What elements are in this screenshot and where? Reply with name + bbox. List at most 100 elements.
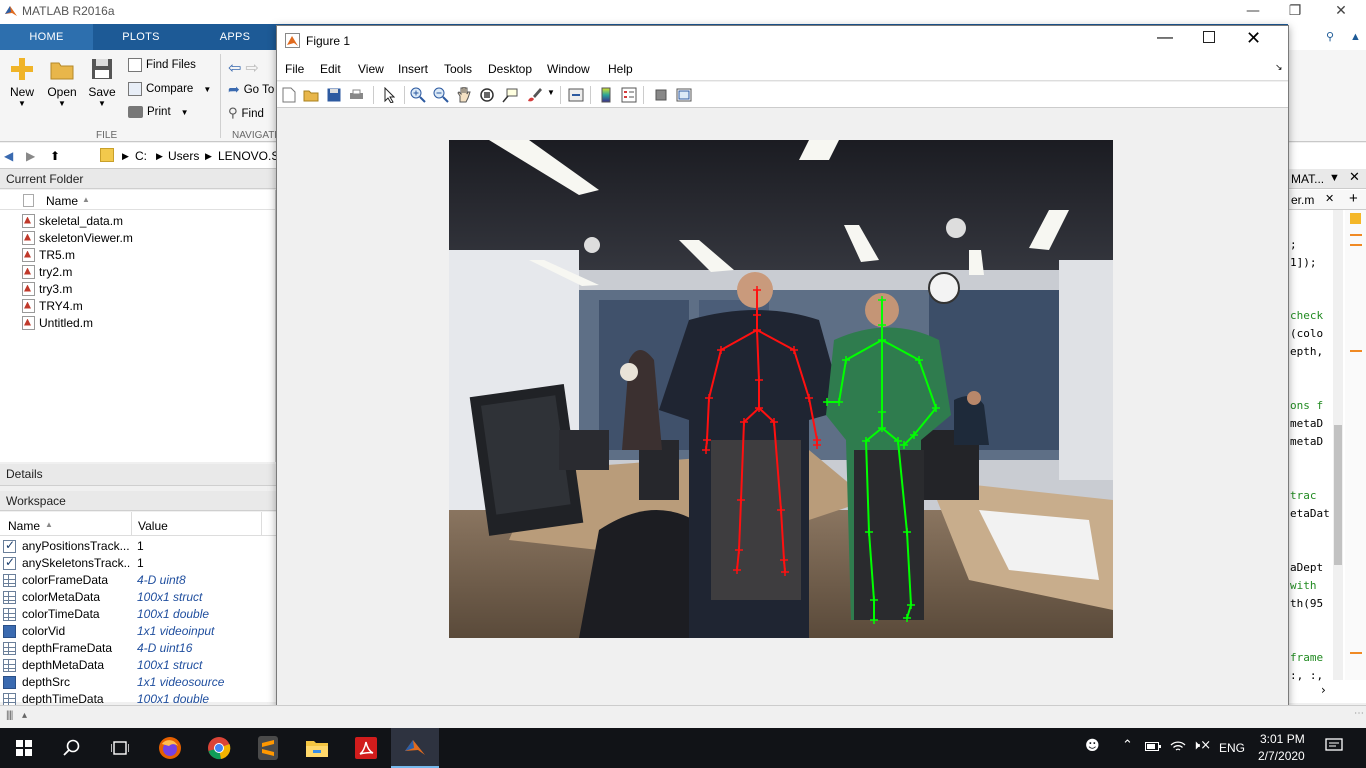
minimize-button[interactable]: — <box>1230 0 1276 24</box>
figure-maximize-button[interactable] <box>1203 31 1215 43</box>
maximize-button[interactable]: ❐ <box>1272 0 1318 24</box>
hide-plot-tools-icon[interactable] <box>652 86 670 104</box>
save-button[interactable]: Save ▼ <box>86 56 118 108</box>
details-header[interactable]: Details <box>0 464 276 486</box>
warning-marker[interactable] <box>1350 652 1362 654</box>
nav-back-forward[interactable]: ⇦ ⇨ <box>228 58 259 77</box>
figure-close-button[interactable]: ✕ <box>1246 28 1261 49</box>
battery-icon[interactable] <box>1145 740 1161 755</box>
figure-axes-image[interactable] <box>449 140 1113 638</box>
tab-plots[interactable]: PLOTS <box>96 24 186 50</box>
pan-hand-icon[interactable] <box>455 86 473 104</box>
warning-indicator[interactable] <box>1350 213 1361 224</box>
brush-dropdown-icon[interactable]: ▼ <box>547 88 555 97</box>
workspace-row[interactable]: anySkeletonsTrack... 1 <box>0 555 276 572</box>
sublime-text-icon[interactable] <box>244 728 292 768</box>
workspace-row[interactable]: depthSrc 1x1 videosource <box>0 674 276 691</box>
scrollbar-thumb[interactable] <box>1334 425 1342 565</box>
file-item[interactable]: TRY4.m <box>22 297 83 314</box>
close-tab-icon[interactable]: ✕ <box>1325 192 1334 205</box>
resize-grip-icon[interactable]: ⋯ <box>1354 708 1364 719</box>
back-icon[interactable]: ◀ <box>4 149 13 163</box>
dock-arrow-icon[interactable]: ↘ <box>1275 62 1283 73</box>
show-plot-tools-icon[interactable] <box>675 86 693 104</box>
firefox-icon[interactable] <box>146 728 194 768</box>
path-segment[interactable]: C: <box>135 149 147 163</box>
zoom-out-icon[interactable] <box>432 86 450 104</box>
task-view-icon[interactable] <box>96 728 144 768</box>
rotate-3d-icon[interactable] <box>478 86 496 104</box>
menu-edit[interactable]: Edit <box>320 62 341 76</box>
workspace-row[interactable]: colorFrameData 4-D uint8 <box>0 572 276 589</box>
editor-tab[interactable]: er.m <box>1291 193 1314 207</box>
close-panel-icon[interactable]: ✕ <box>1349 170 1360 185</box>
file-item[interactable]: skeletonViewer.m <box>22 229 133 246</box>
warning-marker[interactable] <box>1350 244 1362 246</box>
link-plot-icon[interactable] <box>567 86 585 104</box>
menu-tools[interactable]: Tools <box>444 62 472 76</box>
new-tab-icon[interactable]: + <box>1349 190 1358 207</box>
data-cursor-icon[interactable] <box>501 86 519 104</box>
warning-marker[interactable] <box>1350 350 1362 352</box>
file-item[interactable]: skeletal_data.m <box>22 212 123 229</box>
insert-colorbar-icon[interactable] <box>597 86 615 104</box>
panel-menu-icon[interactable]: ▼ <box>1329 172 1340 184</box>
find-files-button[interactable]: Find Files <box>128 58 196 72</box>
search-icon[interactable] <box>48 728 96 768</box>
matlab-taskbar-icon[interactable] <box>391 728 439 768</box>
print-figure-icon[interactable] <box>347 86 365 104</box>
file-explorer-icon[interactable] <box>293 728 341 768</box>
insert-legend-icon[interactable] <box>620 86 638 104</box>
workspace-column-header[interactable]: Name ▲ Value <box>0 512 276 536</box>
close-button[interactable]: ✕ <box>1318 0 1364 24</box>
new-figure-icon[interactable] <box>280 86 298 104</box>
workspace-row[interactable]: anyPositionsTrack... 1 <box>0 538 276 555</box>
workspace-row[interactable]: colorTimeData 100x1 double <box>0 606 276 623</box>
tab-home[interactable]: HOME <box>0 24 93 50</box>
menu-desktop[interactable]: Desktop <box>488 62 532 76</box>
people-icon[interactable]: ☻ <box>1085 738 1100 754</box>
menu-file[interactable]: File <box>285 62 304 76</box>
acrobat-reader-icon[interactable] <box>342 728 390 768</box>
forward-icon[interactable]: ▶ <box>26 149 35 163</box>
file-item[interactable]: try2.m <box>22 263 72 280</box>
menu-insert[interactable]: Insert <box>398 62 428 76</box>
file-item[interactable]: try3.m <box>22 280 72 297</box>
wifi-icon[interactable] <box>1170 739 1186 756</box>
workspace-row[interactable]: depthMetaData 100x1 struct <box>0 657 276 674</box>
notifications-icon[interactable] <box>1325 738 1343 757</box>
scroll-right-icon[interactable]: › <box>1321 683 1326 697</box>
file-item[interactable]: TR5.m <box>22 246 75 263</box>
find-button[interactable]: ⚲ Find <box>228 106 264 121</box>
warning-marker[interactable] <box>1350 234 1362 236</box>
column-divider[interactable] <box>261 512 262 536</box>
start-windows-icon[interactable] <box>0 728 48 768</box>
edit-plot-arrow-icon[interactable] <box>380 86 398 104</box>
volume-muted-icon[interactable]: 🕨× <box>1192 738 1211 753</box>
language-indicator[interactable]: ENG <box>1219 741 1245 755</box>
print-button[interactable]: Print ▼ <box>128 106 189 118</box>
open-button[interactable]: Open ▼ <box>46 56 78 108</box>
compare-button[interactable]: Compare ▼ <box>128 82 211 96</box>
new-button[interactable]: New ▼ <box>6 56 38 108</box>
folder-column-header[interactable]: Name ▲ <box>0 190 275 210</box>
menu-view[interactable]: View <box>358 62 384 76</box>
clock-date[interactable]: 2/7/2020 <box>1258 749 1305 763</box>
column-divider[interactable] <box>131 512 132 536</box>
file-item[interactable]: Untitled.m <box>22 314 93 331</box>
zoom-in-icon[interactable] <box>409 86 427 104</box>
up-folder-icon[interactable]: ⬆ <box>50 149 60 163</box>
workspace-row[interactable]: colorVid 1x1 videoinput <box>0 623 276 640</box>
workspace-row[interactable]: colorMetaData 100x1 struct <box>0 589 276 606</box>
path-segment[interactable]: Users <box>168 149 199 163</box>
menu-window[interactable]: Window <box>547 62 590 76</box>
search-documentation[interactable]: ⚲ ▲ <box>1288 24 1366 50</box>
go-to-button[interactable]: ➦ Go To <box>228 82 274 98</box>
figure-minimize-button[interactable]: — <box>1157 29 1173 47</box>
clock-time[interactable]: 3:01 PM <box>1260 732 1305 746</box>
show-hidden-icons-chevron-icon[interactable]: ⌃ <box>1122 738 1133 753</box>
save-figure-icon[interactable] <box>325 86 343 104</box>
brush-icon[interactable] <box>525 86 543 104</box>
open-file-icon[interactable] <box>302 86 320 104</box>
tab-apps[interactable]: APPS <box>190 24 280 50</box>
